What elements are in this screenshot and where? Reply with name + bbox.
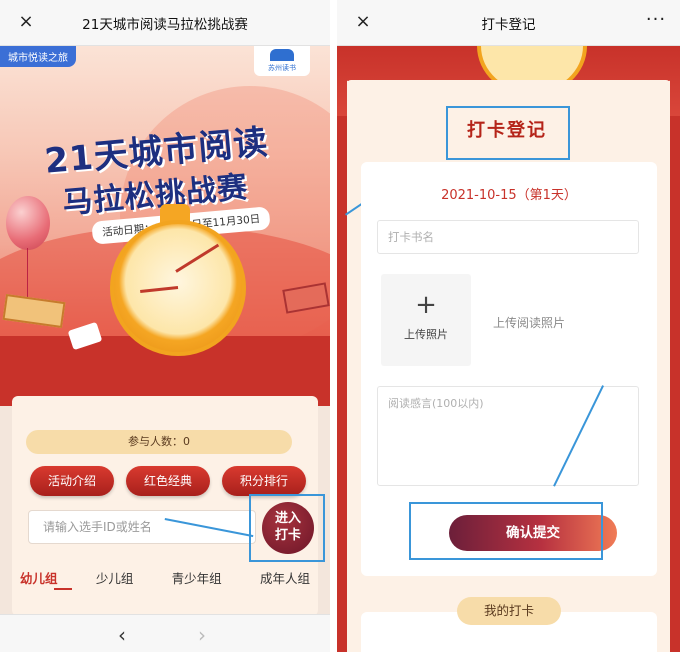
annotation-highlight-box <box>446 106 570 160</box>
logo: 苏州读书 <box>254 46 310 76</box>
tab-adult[interactable]: 成年人组 <box>260 568 310 587</box>
browser-bottom-bar: ‹ › <box>0 614 330 652</box>
checkin-date: 2021-10-15（第1天） <box>441 188 577 203</box>
action-button-row: 活动介绍 红色经典 积分排行 <box>30 466 306 496</box>
nav-bar: × 21天城市阅读马拉松挑战赛 <box>0 0 330 46</box>
chevron-right-icon[interactable]: › <box>198 623 206 647</box>
participant-count: 参与人数：0 <box>26 430 292 454</box>
red-classics-button[interactable]: 红色经典 <box>126 466 210 496</box>
tab-kindergarten[interactable]: 幼儿组 <box>20 568 58 587</box>
search-input[interactable]: 请输入选手ID或姓名 <box>28 510 256 544</box>
activity-intro-button[interactable]: 活动介绍 <box>30 466 114 496</box>
balloon-string <box>27 248 28 298</box>
page-title: 打卡登记 <box>481 16 536 33</box>
logo-text: 苏州读书 <box>268 64 296 72</box>
tab-children[interactable]: 少儿组 <box>96 568 134 587</box>
page-title: 21天城市阅读马拉松挑战赛 <box>82 16 248 33</box>
nav-bar: × 打卡登记 ··· <box>337 0 680 46</box>
reading-reflection-field[interactable]: 阅读感言(100以内) <box>377 386 639 486</box>
book-name-field[interactable]: 打卡书名 <box>377 220 639 254</box>
screenshot-root: × 21天城市阅读马拉松挑战赛 城市悦读之旅 苏州读书 21天城市阅读 马拉松挑… <box>0 0 680 652</box>
annotation-highlight-box <box>249 494 325 562</box>
upload-hint: 上传阅读照片 <box>493 316 566 330</box>
phone-screen-main: × 21天城市阅读马拉松挑战赛 城市悦读之旅 苏州读书 21天城市阅读 马拉松挑… <box>0 0 330 652</box>
points-ranking-button[interactable]: 积分排行 <box>222 466 306 496</box>
chevron-left-icon[interactable]: ‹ <box>118 623 126 647</box>
annotation-highlight-box <box>409 502 603 560</box>
plus-icon: + <box>415 290 437 320</box>
tab-teen[interactable]: 青少年组 <box>172 568 222 587</box>
book-logo-icon <box>270 49 294 61</box>
upload-photo-button[interactable]: + 上传照片 <box>381 274 471 366</box>
close-icon[interactable]: × <box>351 10 375 34</box>
group-tabs: 幼儿组 少儿组 青少年组 成年人组 <box>20 568 310 587</box>
close-icon[interactable]: × <box>14 10 38 34</box>
balloon-icon <box>6 196 50 250</box>
more-icon[interactable]: ··· <box>644 10 668 34</box>
active-tab-indicator <box>54 588 72 590</box>
hero-tag: 城市悦读之旅 <box>0 46 76 67</box>
upload-label: 上传照片 <box>404 328 448 341</box>
my-checkin-label: 我的打卡 <box>457 597 561 625</box>
